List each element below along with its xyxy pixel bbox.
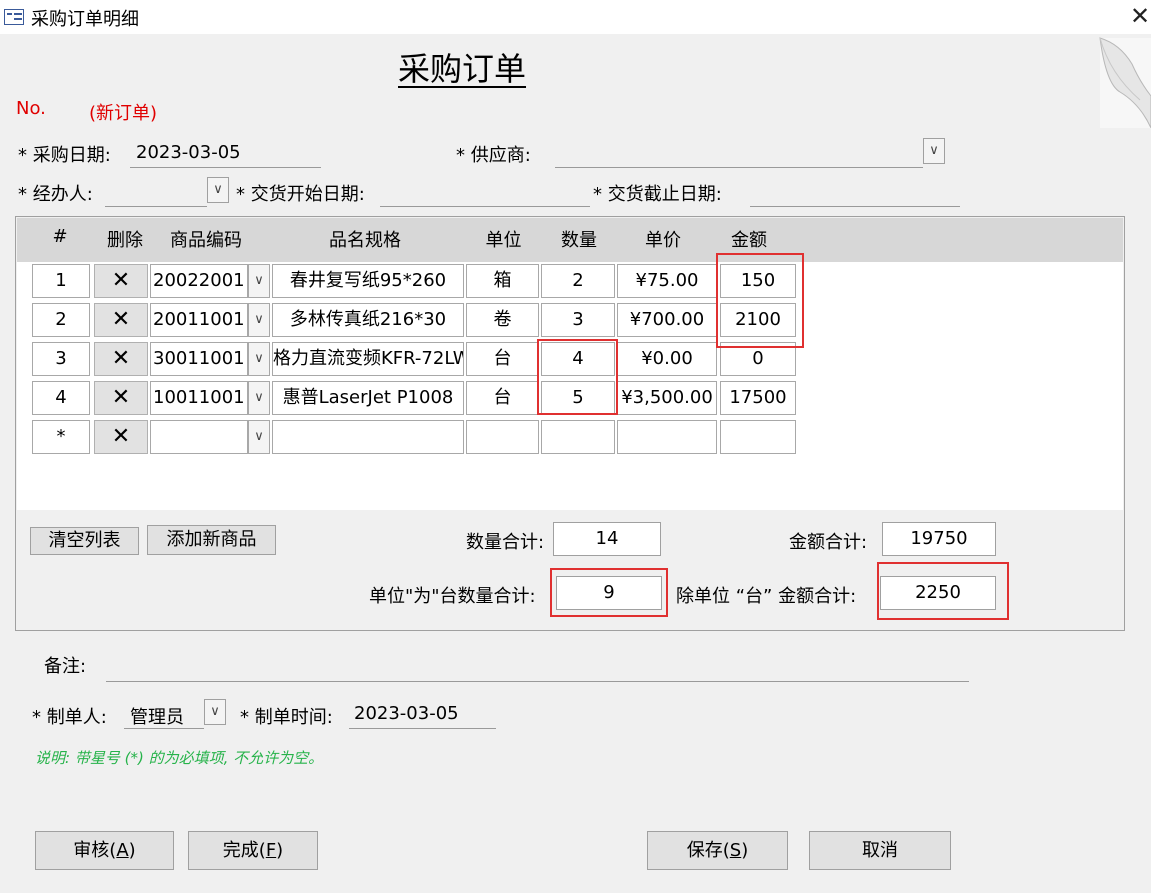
row-3-code[interactable]: 30011001 (150, 342, 248, 376)
purchase-date-label: * 采购日期: (18, 145, 111, 166)
handler-label: * 经办人: (18, 184, 93, 205)
row-1-code-dropdown-icon[interactable]: ∨ (248, 264, 270, 298)
remark-label: 备注: (44, 656, 87, 677)
page-curl-icon (1099, 37, 1151, 128)
row-4-code[interactable]: 10011001 (150, 381, 248, 415)
row-1-price[interactable]: ¥75.00 (617, 264, 717, 298)
supplier-field[interactable] (555, 138, 923, 168)
maker-field[interactable]: 管理员 (124, 699, 204, 729)
form-window-icon (4, 9, 24, 25)
column-header-code: 商品编码 (170, 230, 242, 251)
row-1-unit[interactable]: 箱 (466, 264, 539, 298)
maker-value: 管理员 (130, 707, 184, 728)
qty-total-value: 14 (553, 522, 661, 556)
window-title: 采购订单明细 (31, 9, 139, 30)
qty-total-label: 数量合计: (466, 532, 545, 553)
row-4-code-dropdown-icon[interactable]: ∨ (248, 381, 270, 415)
row-3-name[interactable]: 格力直流变频KFR-72LW (272, 342, 464, 376)
qty-highlight-box (537, 339, 618, 415)
row-new-price[interactable] (617, 420, 717, 454)
row-new-qty[interactable] (541, 420, 615, 454)
row-1-index: 1 (32, 264, 90, 298)
row-2-name[interactable]: 多林传真纸216*30 (272, 303, 464, 337)
column-header-index: # (52, 226, 68, 247)
row-3-delete-icon[interactable]: ✕ (94, 342, 148, 376)
remark-field[interactable] (106, 650, 969, 682)
unit-qty-highlight-box (550, 568, 668, 617)
supplier-label: * 供应商: (456, 145, 531, 166)
row-new-code-dropdown-icon[interactable]: ∨ (248, 420, 270, 454)
column-header-delete: 删除 (107, 230, 143, 251)
row-4-amount[interactable]: 17500 (720, 381, 796, 415)
row-4-index: 4 (32, 381, 90, 415)
row-4-unit[interactable]: 台 (466, 381, 539, 415)
row-2-unit[interactable]: 卷 (466, 303, 539, 337)
row-new-delete-icon[interactable]: ✕ (94, 420, 148, 454)
row-3-index: 3 (32, 342, 90, 376)
make-time-label: * 制单时间: (240, 707, 333, 728)
page-title: 采购订单 (398, 50, 527, 88)
audit-button[interactable]: 审核(A) (35, 831, 174, 870)
maker-label: * 制单人: (32, 707, 107, 728)
handler-dropdown-icon[interactable]: ∨ (207, 177, 229, 203)
title-bar (0, 0, 1151, 34)
make-time-field[interactable]: 2023-03-05 (349, 699, 496, 729)
row-1-qty[interactable]: 2 (541, 264, 615, 298)
unit-tai-qty-label: 单位"为"台数量合计: (369, 586, 536, 607)
row-2-price[interactable]: ¥700.00 (617, 303, 717, 337)
except-amount-highlight-box (877, 562, 1009, 620)
row-1-code[interactable]: 20022001 (150, 264, 248, 298)
row-1-name[interactable]: 春井复写纸95*260 (272, 264, 464, 298)
handler-field[interactable] (105, 177, 207, 207)
row-2-code[interactable]: 20011001 (150, 303, 248, 337)
amount-total-label: 金额合计: (789, 532, 868, 553)
finish-button[interactable]: 完成(F) (188, 831, 318, 870)
order-no-value: (新订单) (89, 103, 158, 124)
column-header-qty: 数量 (561, 230, 597, 251)
row-3-code-dropdown-icon[interactable]: ∨ (248, 342, 270, 376)
row-new-index: * (32, 420, 90, 454)
make-time-value: 2023-03-05 (354, 703, 459, 724)
maker-dropdown-icon[interactable]: ∨ (204, 699, 226, 725)
purchase-date-field[interactable]: 2023-03-05 (130, 138, 321, 168)
amount-total-value: 19750 (882, 522, 996, 556)
cancel-button[interactable]: 取消 (809, 831, 951, 870)
delivery-start-field[interactable] (380, 177, 590, 207)
row-4-name[interactable]: 惠普LaserJet P1008 (272, 381, 464, 415)
supplier-dropdown-icon[interactable]: ∨ (923, 138, 945, 164)
row-2-code-dropdown-icon[interactable]: ∨ (248, 303, 270, 337)
save-button[interactable]: 保存(S) (647, 831, 788, 870)
row-4-price[interactable]: ¥3,500.00 (617, 381, 717, 415)
purchase-date-value: 2023-03-05 (136, 142, 241, 163)
row-new-name[interactable] (272, 420, 464, 454)
delivery-end-field[interactable] (750, 177, 960, 207)
row-3-unit[interactable]: 台 (466, 342, 539, 376)
column-header-amount: 金额 (731, 230, 767, 251)
delivery-end-label: * 交货截止日期: (593, 184, 722, 205)
row-2-qty[interactable]: 3 (541, 303, 615, 337)
column-header-price: 单价 (645, 230, 681, 251)
row-1-delete-icon[interactable]: ✕ (94, 264, 148, 298)
close-icon[interactable]: ✕ (1128, 3, 1151, 29)
row-4-delete-icon[interactable]: ✕ (94, 381, 148, 415)
add-product-button[interactable]: 添加新商品 (147, 525, 276, 555)
row-new-unit[interactable] (466, 420, 539, 454)
row-2-index: 2 (32, 303, 90, 337)
column-header-name: 品名规格 (329, 230, 401, 251)
row-new-code[interactable] (150, 420, 248, 454)
except-tai-amount-label: 除单位 “台” 金额合计: (676, 586, 857, 607)
clear-list-button[interactable]: 清空列表 (30, 527, 139, 555)
row-3-price[interactable]: ¥0.00 (617, 342, 717, 376)
amount-highlight-box (716, 253, 804, 348)
column-header-unit: 单位 (485, 230, 522, 251)
row-2-delete-icon[interactable]: ✕ (94, 303, 148, 337)
delivery-start-label: * 交货开始日期: (236, 184, 365, 205)
required-note: 说明: 带星号 (*) 的为必填项, 不允许为空。 (35, 749, 324, 767)
row-new-amount[interactable] (720, 420, 796, 454)
order-no-label: No. (16, 98, 46, 119)
